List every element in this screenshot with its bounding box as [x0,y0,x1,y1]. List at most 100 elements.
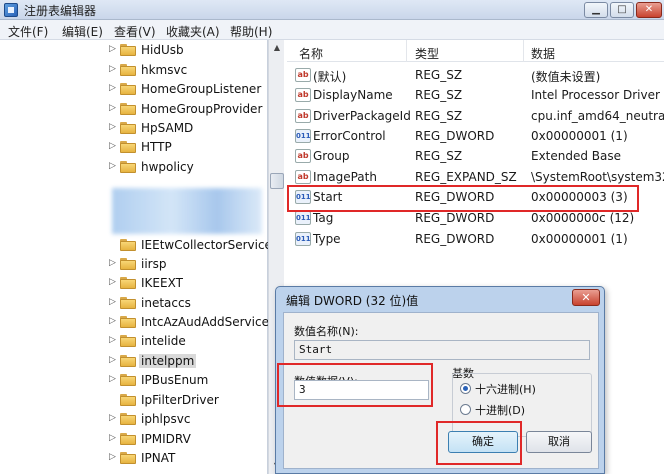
value-row-errorcontrol[interactable]: 011 ErrorControl REG_DWORD 0x00000001 (1… [287,126,664,146]
expand-arrow-icon[interactable]: ▷ [109,297,117,307]
folder-icon [120,83,136,95]
column-name[interactable]: 名称 [299,45,323,62]
tree-item-http[interactable]: ▷ HTTP [0,138,268,157]
folder-icon [120,335,136,347]
expand-arrow-icon[interactable]: ▷ [109,103,117,113]
tree-item-label: intelppm [139,354,197,368]
title-bar: 注册表编辑器 ▁ □ ✕ [0,0,664,20]
value-name: Group [313,149,350,163]
column-type[interactable]: 类型 [415,45,439,62]
folder-icon [120,239,136,251]
window-title: 注册表编辑器 [24,4,97,18]
expand-arrow-icon[interactable]: ▷ [109,83,117,93]
folder-icon [120,122,136,134]
expand-arrow-icon[interactable]: ▷ [109,161,117,171]
tree-item-ipmidrv[interactable]: ▷ IPMIDRV [0,430,268,449]
registry-key-tree[interactable]: ▷ HidUsb ▷ hkmsvc ▷ HomeGroupListener ▷ … [0,40,272,474]
expand-arrow-icon[interactable]: ▷ [109,44,117,54]
tree-item-label: IpFilterDriver [141,393,219,407]
value-name: DisplayName [313,88,393,102]
value-data: cpu.inf_amd64_neutral_a [531,109,664,123]
expand-arrow-icon[interactable]: ▷ [109,374,117,384]
tree-item-hpsamd[interactable]: ▷ HpSAMD [0,119,268,138]
close-button[interactable]: ✕ [636,2,662,18]
tree-item-inetaccs[interactable]: ▷ inetaccs [0,294,268,313]
tree-item-homegrouplistener[interactable]: ▷ HomeGroupListener [0,80,268,99]
menu-favorites[interactable]: 收藏夹(A) [166,23,220,40]
folder-icon [120,433,136,445]
expand-arrow-icon[interactable]: ▷ [109,64,117,74]
menu-file[interactable]: 文件(F) [8,23,48,40]
menu-help[interactable]: 帮助(H) [230,23,272,40]
expand-arrow-icon[interactable]: ▷ [109,141,117,151]
expand-arrow-icon[interactable]: ▷ [109,122,117,132]
start-row-highlight [287,185,639,212]
tree-item-label: IPBusEnum [141,373,209,387]
tree-item-label: HidUsb [141,43,184,57]
folder-icon [120,355,136,367]
tree-item-hwpolicy[interactable]: ▷ hwpolicy [0,158,268,177]
value-data: Extended Base [531,149,622,163]
tree-item-label: HpSAMD [141,121,194,135]
tree-item-label: iphlpsvc [141,412,191,426]
value-row-default[interactable]: ab (默认) REG_SZ (数值未设置) [287,65,664,85]
value-row-imagepath[interactable]: ab ImagePath REG_EXPAND_SZ \SystemRoot\s… [287,167,664,187]
tree-item-intelppm[interactable]: ▷ intelppm [0,352,268,371]
folder-icon [120,141,136,153]
tree-item-label: IPNAT [141,451,176,465]
dword-value-icon: 011 [295,129,311,143]
menu-edit[interactable]: 编辑(E) [62,23,103,40]
value-data: 0x0000000c (12) [531,211,635,225]
value-row-driverpackageid[interactable]: ab DriverPackageId REG_SZ cpu.inf_amd64_… [287,106,664,126]
tree-item-homegroupprovider[interactable]: ▷ HomeGroupProvider [0,100,268,119]
dword-value-icon: 011 [295,232,311,246]
value-row-group[interactable]: ab Group REG_SZ Extended Base [287,146,664,166]
tree-item-ipnat[interactable]: ▷ IPNAT [0,449,268,468]
dialog-close-button[interactable]: ✕ [572,289,600,306]
scrollbar-thumb[interactable] [270,173,284,189]
tree-item-ieetwcollectorservice[interactable]: IEEtwCollectorService [0,236,272,255]
cancel-button[interactable]: 取消 [526,431,592,453]
ok-button-highlight [436,421,522,465]
tree-item-ikeext[interactable]: ▷ IKEEXT [0,274,268,293]
value-row-displayname[interactable]: ab DisplayName REG_SZ Intel Processor Dr… [287,85,664,105]
tree-item-ipbusenum[interactable]: ▷ IPBusEnum [0,371,268,390]
expand-arrow-icon[interactable]: ▷ [109,258,117,268]
dialog-title: 编辑 DWORD (32 位)值 [286,294,419,308]
string-value-icon: ab [295,149,311,163]
tree-item-label: IPMIDRV [141,432,191,446]
tree-item-iphlpsvc[interactable]: ▷ iphlpsvc [0,410,268,429]
value-row-type[interactable]: 011 Type REG_DWORD 0x00000001 (1) [287,229,664,249]
column-data[interactable]: 数据 [531,45,555,62]
tree-item-label: HomeGroupListener [141,82,262,96]
radio-checked-icon[interactable] [460,383,471,394]
tree-item-intcazaudaddservice[interactable]: ▷ IntcAzAudAddService [0,313,269,332]
expand-arrow-icon[interactable]: ▷ [109,413,117,423]
tree-item-label: IntcAzAudAddService [141,315,269,329]
tree-item-ipfilterdriver[interactable]: IpFilterDriver [0,391,268,410]
expand-arrow-icon[interactable]: ▷ [109,433,117,443]
expand-arrow-icon[interactable]: ▷ [109,277,117,287]
value-type: REG_SZ [415,109,463,123]
minimize-button[interactable]: ▁ [584,2,608,18]
expand-arrow-icon[interactable]: ▷ [109,452,117,462]
tree-item-label: HTTP [141,140,172,154]
expand-arrow-icon[interactable]: ▷ [109,316,117,326]
column-header: 名称 类型 数据 [287,40,664,62]
tree-item-intelide[interactable]: ▷ intelide [0,332,268,351]
value-type: REG_SZ [415,68,463,82]
expand-arrow-icon[interactable]: ▷ [109,355,117,365]
scroll-up-arrow-icon[interactable]: ▲ [270,41,284,55]
folder-icon [120,297,136,309]
menu-view[interactable]: 查看(V) [114,23,156,40]
expand-arrow-icon[interactable]: ▷ [109,335,117,345]
radio-unchecked-icon[interactable] [460,404,471,415]
tree-item-hkmsvc[interactable]: ▷ hkmsvc [0,61,268,80]
tree-item-hidusb[interactable]: ▷ HidUsb [0,41,268,60]
value-name-label: 数值名称(N): [294,325,359,338]
tree-item-iirsp[interactable]: ▷ iirsp [0,255,268,274]
folder-icon [120,161,136,173]
value-type: REG_SZ [415,149,463,163]
maximize-button[interactable]: □ [610,2,634,18]
string-value-icon: ab [295,109,311,123]
